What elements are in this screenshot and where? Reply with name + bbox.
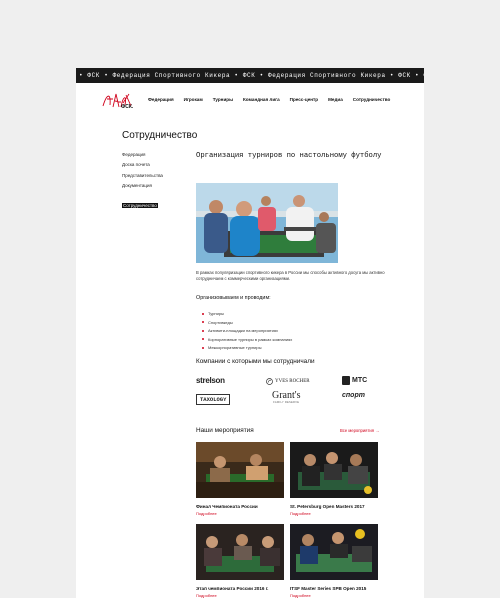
event-photo	[290, 524, 378, 580]
partner-name: YVES ROCHER	[275, 379, 310, 384]
organize-list: Турниры Спортивкеды Активити-площадки на…	[201, 311, 293, 354]
all-events-link[interactable]: Все мероприятия →	[340, 428, 379, 433]
list-item: Активити-площадки на мероприятиях	[201, 328, 292, 333]
organize-heading: Организовываем и проводим:	[196, 295, 271, 301]
event-photo	[196, 524, 284, 580]
list-item: Корпоративные турниры в рамках компаниях	[201, 336, 293, 342]
partner-logo-grants: Grant's FAMILY RESERVE	[272, 390, 300, 404]
nav-item-players[interactable]: Игрокам	[184, 97, 203, 102]
event-card[interactable]: ITSF Master Series SPB Open 2015 Подробн…	[290, 524, 378, 598]
side-menu-item-federation[interactable]: Федерация	[122, 152, 163, 157]
partner-logo-mts: МТС	[342, 376, 367, 385]
mts-egg-icon	[342, 376, 350, 385]
hero-photo	[196, 183, 338, 263]
intro-text: В рамках популяризации спортивного кикер…	[196, 270, 385, 281]
event-more-link[interactable]: Подробнее	[290, 593, 378, 598]
side-menu-item-representations[interactable]: Представительства	[122, 173, 163, 178]
event-title: Этап чемпионата России 2016 г.	[196, 586, 269, 591]
event-title: Финал Чемпионата России	[196, 504, 258, 509]
side-menu-item-honor-board[interactable]: Доска почета	[122, 162, 163, 167]
event-title: ITSF Master Series SPB Open 2015	[290, 586, 367, 591]
event-title: St. Petersburg Open Masters 2017	[290, 504, 365, 509]
partner-name: Grant's	[272, 390, 301, 401]
event-card[interactable]: St. Petersburg Open Masters 2017 Подробн…	[290, 442, 378, 516]
partner-name: МТС	[352, 377, 368, 384]
event-more-link[interactable]: Подробнее	[196, 511, 284, 516]
partner-logo-strelson: strelson	[196, 376, 225, 385]
partner-logo-yves-rocher: YVES ROCHER	[266, 378, 310, 385]
event-photo	[196, 442, 284, 498]
leaf-icon	[266, 378, 273, 385]
page-title: Сотрудничество	[122, 130, 198, 141]
section-heading: Организация турниров по настольному футб…	[196, 152, 382, 160]
events-heading: Наши мероприятия	[196, 427, 254, 434]
event-more-link[interactable]: Подробнее	[196, 593, 284, 598]
partner-sub: FAMILY RESERVE	[273, 401, 300, 404]
nav-item-press-center[interactable]: Пресс-центр	[290, 97, 318, 102]
partners-heading: Компании с которыми мы сотрудничали	[196, 358, 315, 365]
event-photo	[290, 442, 378, 498]
nav-item-federation[interactable]: Федерация	[148, 97, 174, 102]
list-item: Спортивкеды	[201, 320, 292, 325]
partner-logo-taxology: TAXOLOGY	[196, 394, 231, 405]
main-nav: Федерация Игрокам Турниры Командная лига…	[148, 97, 390, 102]
list-item: Межкорпоративные турниры	[201, 345, 292, 350]
side-menu-item-documents[interactable]: Документация	[122, 183, 163, 188]
nav-item-media[interactable]: Медиа	[328, 97, 343, 102]
site-logo[interactable]: ФСК.	[101, 91, 135, 113]
list-item: Турниры	[201, 311, 292, 316]
event-card[interactable]: Этап чемпионата России 2016 г. Подробнее	[196, 524, 284, 598]
nav-item-cooperation[interactable]: Сотрудничество	[353, 97, 391, 102]
main-content: Организация турниров по настольному футб…	[196, 152, 396, 598]
nav-item-tournaments[interactable]: Турниры	[213, 97, 233, 102]
ticker-bar: • ФСК • Федерация Спортивного Кикера • Ф…	[76, 68, 424, 83]
event-card[interactable]: Финал Чемпионата России Подробнее	[196, 442, 284, 516]
logo-text: ФСК.	[121, 104, 134, 110]
site-header: ФСК. Федерация Игрокам Турниры Командная…	[76, 83, 424, 121]
side-menu-item-cooperation[interactable]: Сотрудничество	[122, 202, 158, 208]
partner-logo-sport: спорт	[342, 392, 365, 399]
event-more-link[interactable]: Подробнее	[290, 511, 378, 516]
side-menu: Федерация Доска почета Представительства…	[122, 152, 163, 213]
nav-item-team-league[interactable]: Командная лига	[243, 97, 280, 102]
page: • ФСК • Федерация Спортивного Кикера • Ф…	[76, 68, 424, 598]
